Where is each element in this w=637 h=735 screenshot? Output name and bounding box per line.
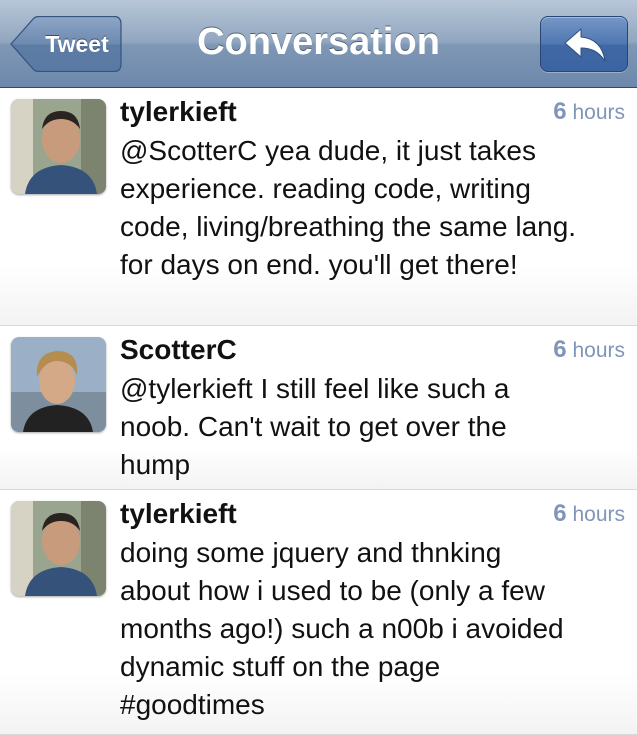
tweet-username[interactable]: tylerkieft [120, 494, 237, 534]
timestamp-number: 6 [553, 500, 567, 527]
avatar-photo [11, 99, 106, 194]
timestamp-unit: hours [572, 339, 625, 362]
back-button-label: Tweet [45, 31, 109, 57]
timestamp-number: 6 [553, 98, 567, 125]
timestamp-unit: hours [572, 503, 625, 526]
tweet-text: @tylerkieft I still feel like such a noo… [120, 373, 510, 480]
tweet-item[interactable]: tylerkieft 6 hours doing some jquery and… [0, 490, 637, 735]
avatar[interactable] [11, 501, 106, 596]
navigation-bar: Tweet Conversation [0, 0, 637, 88]
tweet-username[interactable]: ScotterC [120, 330, 237, 370]
tweet-item[interactable]: tylerkieft 6 hours @ScotterC yea dude, i… [0, 88, 637, 326]
timestamp-unit: hours [572, 101, 625, 124]
back-button[interactable]: Tweet [10, 16, 122, 72]
page-title: Conversation [197, 21, 440, 63]
avatar-photo [11, 501, 106, 596]
tweet-username[interactable]: tylerkieft [120, 92, 237, 132]
avatar[interactable] [11, 99, 106, 194]
tweet-item[interactable]: ScotterC 6 hours @tylerkieft I still fee… [0, 326, 637, 490]
conversation-list: tylerkieft 6 hours @ScotterC yea dude, i… [0, 88, 637, 735]
tweet-text: @ScotterC yea dude, it just takes experi… [120, 135, 577, 280]
tweet-text: doing some jquery and thnking about how … [120, 537, 564, 720]
avatar-photo [11, 337, 106, 432]
avatar[interactable] [11, 337, 106, 432]
tweet-timestamp: 6 hours [553, 94, 625, 131]
timestamp-number: 6 [553, 336, 567, 363]
reply-button[interactable] [540, 16, 628, 72]
tweet-timestamp: 6 hours [553, 332, 625, 369]
tweet-timestamp: 6 hours [553, 496, 625, 533]
reply-arrow-icon [564, 28, 606, 62]
